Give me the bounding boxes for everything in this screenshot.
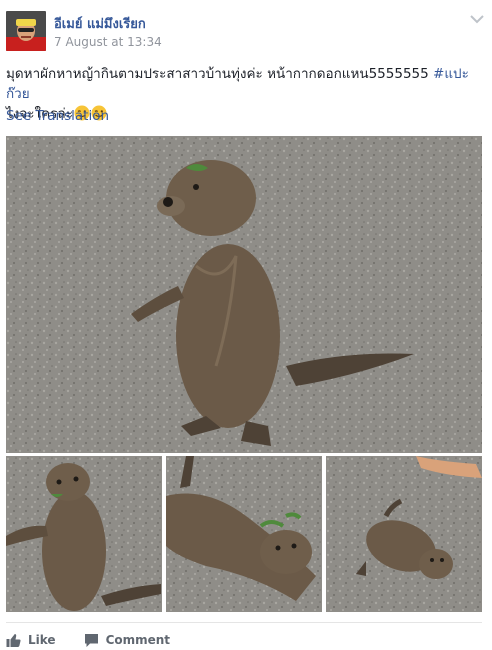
post-photo-main[interactable] bbox=[6, 136, 482, 453]
post-timestamp[interactable]: 7 August at 13:34 bbox=[54, 35, 162, 49]
post-photo-thumb-1[interactable] bbox=[6, 456, 162, 612]
like-button[interactable]: Like bbox=[6, 633, 56, 648]
actions-divider bbox=[6, 622, 482, 623]
post-photo-thumb-2[interactable] bbox=[166, 456, 322, 612]
post-text-main: มุดหาผักหาหญ้ากินตามประสาสาวบ้านทุ่งค่ะ … bbox=[6, 66, 434, 82]
post-photo-thumb-3[interactable] bbox=[326, 456, 482, 612]
thumbs-up-icon bbox=[6, 633, 21, 648]
comment-bubble-icon bbox=[84, 633, 99, 648]
feed-post: อีเมย์ แม่มึงเรียก 7 August at 13:34 มุด… bbox=[0, 0, 492, 650]
comment-label: Comment bbox=[105, 633, 171, 647]
chevron-down-icon[interactable] bbox=[470, 14, 484, 24]
author-avatar[interactable] bbox=[6, 11, 46, 51]
comment-button[interactable]: Comment bbox=[84, 633, 170, 648]
see-translation-link[interactable]: See Translation bbox=[6, 108, 109, 124]
like-label: Like bbox=[28, 633, 56, 647]
post-actions-bar: Like Comment bbox=[6, 630, 198, 650]
author-name[interactable]: อีเมย์ แม่มึงเรียก bbox=[54, 13, 146, 34]
